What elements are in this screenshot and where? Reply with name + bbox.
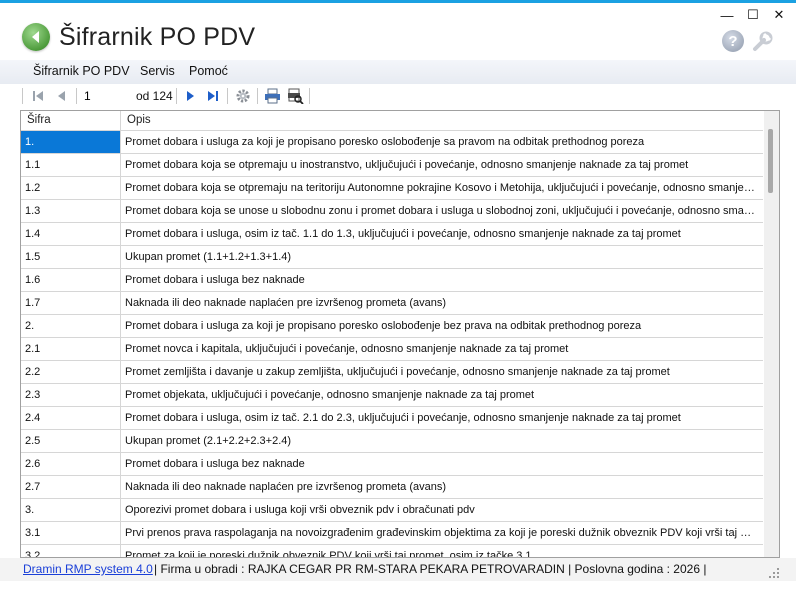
menu-sifrarnik[interactable]: Šifrarnik PO PDV — [33, 64, 130, 78]
cell-opis[interactable]: Promet dobara koja se otpremaju u inostr… — [121, 154, 763, 176]
cell-sifra[interactable]: 1.2 — [21, 177, 121, 199]
print-icon[interactable] — [262, 87, 282, 105]
cell-sifra[interactable]: 1.7 — [21, 292, 121, 314]
cell-opis[interactable]: Promet dobara i usluga, osim iz tač. 1.1… — [121, 223, 763, 245]
cell-sifra[interactable]: 1.4 — [21, 223, 121, 245]
scrollbar-thumb[interactable] — [768, 129, 773, 193]
toolbar-separator — [257, 88, 258, 104]
grid-header: Šifra Opis — [21, 111, 763, 131]
column-header-sifra[interactable]: Šifra — [21, 111, 121, 130]
cell-opis[interactable]: Promet dobara i usluga, osim iz tač. 2.1… — [121, 407, 763, 429]
toolbar-separator — [22, 88, 23, 104]
close-button[interactable]: ✕ — [766, 6, 792, 24]
table-row[interactable]: 1.5 Ukupan promet (1.1+1.2+1.3+1.4) — [21, 246, 763, 269]
maximize-button[interactable]: ☐ — [740, 6, 766, 24]
cell-sifra[interactable]: 2.3 — [21, 384, 121, 406]
table-row[interactable]: 2.4 Promet dobara i usluga, osim iz tač. … — [21, 407, 763, 430]
navigation-toolbar: od 124 — [0, 85, 796, 107]
menu-servis[interactable]: Servis — [140, 64, 175, 78]
cell-opis[interactable]: Oporezivi promet dobara i usluga koji vr… — [121, 499, 763, 521]
cell-opis[interactable]: Ukupan promet (2.1+2.2+2.3+2.4) — [121, 430, 763, 452]
cell-opis[interactable]: Promet dobara koja se otpremaju na terit… — [121, 177, 763, 199]
table-row[interactable]: 1.7 Naknada ili deo naknade naplaćen pre … — [21, 292, 763, 315]
window-top-accent — [0, 0, 796, 3]
cell-sifra[interactable]: 1. — [21, 131, 121, 153]
menu-pomoc[interactable]: Pomoć — [189, 64, 228, 78]
toolbar-separator — [309, 88, 310, 104]
table-row[interactable]: 1.3 Promet dobara koja se unose u slobodn… — [21, 200, 763, 223]
table-row[interactable]: 2.5 Ukupan promet (2.1+2.2+2.3+2.4) — [21, 430, 763, 453]
cell-opis[interactable]: Promet dobara i usluga za koji je propis… — [121, 131, 763, 153]
next-record-icon[interactable] — [182, 87, 198, 105]
cell-sifra[interactable]: 2.4 — [21, 407, 121, 429]
column-header-opis[interactable]: Opis — [121, 111, 763, 130]
page-number-input[interactable] — [82, 87, 134, 104]
table-row[interactable]: 3.2 Promet za koji je poreski dužnik obve… — [21, 545, 763, 557]
minimize-button[interactable]: — — [714, 6, 740, 24]
cell-opis[interactable]: Prvi prenos prava raspolaganja na novoiz… — [121, 522, 763, 544]
first-record-icon[interactable] — [30, 87, 46, 105]
app-title: Šifrarnik PO PDV — [59, 22, 256, 51]
table-row[interactable]: 2.6 Promet dobara i usluga bez naknade — [21, 453, 763, 476]
vertical-scrollbar[interactable] — [764, 111, 779, 557]
settings-gear-icon[interactable] — [233, 87, 253, 105]
menu-bar: Šifrarnik PO PDV Servis Pomoć — [0, 60, 796, 84]
cell-sifra[interactable]: 2.7 — [21, 476, 121, 498]
cell-sifra[interactable]: 1.6 — [21, 269, 121, 291]
toolbar-separator — [227, 88, 228, 104]
table-row[interactable]: 1.1 Promet dobara koja se otpremaju u ino… — [21, 154, 763, 177]
cell-sifra[interactable]: 1.3 — [21, 200, 121, 222]
cell-opis[interactable]: Ukupan promet (1.1+1.2+1.3+1.4) — [121, 246, 763, 268]
cell-opis[interactable]: Promet dobara i usluga za koji je propis… — [121, 315, 763, 337]
cell-opis[interactable]: Promet dobara i usluga bez naknade — [121, 269, 763, 291]
print-preview-icon[interactable] — [285, 87, 305, 105]
cell-opis[interactable]: Promet zemljišta i davanje u zakup zemlj… — [121, 361, 763, 383]
table-row[interactable]: 2.1 Promet novca i kapitala, uključujući … — [21, 338, 763, 361]
status-app-link[interactable]: Dramin RMP system 4.0 — [23, 562, 153, 576]
table-row[interactable]: 3. Oporezivi promet dobara i usluga koji … — [21, 499, 763, 522]
cell-sifra[interactable]: 3.2 — [21, 545, 121, 557]
table-row[interactable]: 2.3 Promet objekata, uključujući i poveća… — [21, 384, 763, 407]
page-count-label: od 124 — [136, 89, 173, 103]
cell-sifra[interactable]: 3.1 — [21, 522, 121, 544]
grid-rows: 1. Promet dobara i usluga za koji je prop… — [21, 131, 763, 557]
cell-sifra[interactable]: 1.5 — [21, 246, 121, 268]
cell-opis[interactable]: Naknada ili deo naknade naplaćen pre izv… — [121, 292, 763, 314]
previous-record-icon[interactable] — [54, 87, 70, 105]
table-row[interactable]: 2. Promet dobara i usluga za koji je prop… — [21, 315, 763, 338]
cell-sifra[interactable]: 2. — [21, 315, 121, 337]
back-arrow-icon[interactable] — [22, 23, 50, 51]
app-header: Šifrarnik PO PDV — [22, 20, 255, 54]
tools-icon[interactable] — [750, 30, 774, 54]
data-grid: Šifra Opis 1. Promet dobara i usluga za k… — [20, 110, 780, 558]
cell-sifra[interactable]: 3. — [21, 499, 121, 521]
cell-opis[interactable]: Promet za koji je poreski dužnik obvezni… — [121, 545, 763, 557]
cell-opis[interactable]: Naknada ili deo naknade naplaćen pre izv… — [121, 476, 763, 498]
cell-sifra[interactable]: 2.6 — [21, 453, 121, 475]
table-row[interactable]: 1.2 Promet dobara koja se otpremaju na te… — [21, 177, 763, 200]
table-row[interactable]: 2.7 Naknada ili deo naknade naplaćen pre … — [21, 476, 763, 499]
table-row[interactable]: 3.1 Prvi prenos prava raspolaganja na nov… — [21, 522, 763, 545]
toolbar-separator — [76, 88, 77, 104]
resize-grip-icon[interactable] — [768, 566, 780, 578]
cell-opis[interactable]: Promet dobara i usluga bez naknade — [121, 453, 763, 475]
table-row[interactable]: 1.6 Promet dobara i usluga bez naknade — [21, 269, 763, 292]
help-icon[interactable]: ? — [722, 30, 744, 52]
cell-sifra[interactable]: 2.2 — [21, 361, 121, 383]
cell-opis[interactable]: Promet dobara koja se unose u slobodnu z… — [121, 200, 763, 222]
table-row[interactable]: 1.4 Promet dobara i usluga, osim iz tač. … — [21, 223, 763, 246]
cell-opis[interactable]: Promet objekata, uključujući i povećanje… — [121, 384, 763, 406]
cell-sifra[interactable]: 1.1 — [21, 154, 121, 176]
cell-opis[interactable]: Promet novca i kapitala, uključujući i p… — [121, 338, 763, 360]
last-record-icon[interactable] — [205, 87, 221, 105]
table-row[interactable]: 2.2 Promet zemljišta i davanje u zakup ze… — [21, 361, 763, 384]
cell-sifra[interactable]: 2.5 — [21, 430, 121, 452]
toolbar-separator — [176, 88, 177, 104]
status-bar: Dramin RMP system 4.0 | Firma u obradi :… — [0, 558, 796, 581]
table-row[interactable]: 1. Promet dobara i usluga za koji je prop… — [21, 131, 763, 154]
window-controls: — ☐ ✕ — [714, 6, 792, 24]
cell-sifra[interactable]: 2.1 — [21, 338, 121, 360]
status-company-info: | Firma u obradi : RAJKA CEGAR PR RM-STA… — [154, 562, 707, 576]
